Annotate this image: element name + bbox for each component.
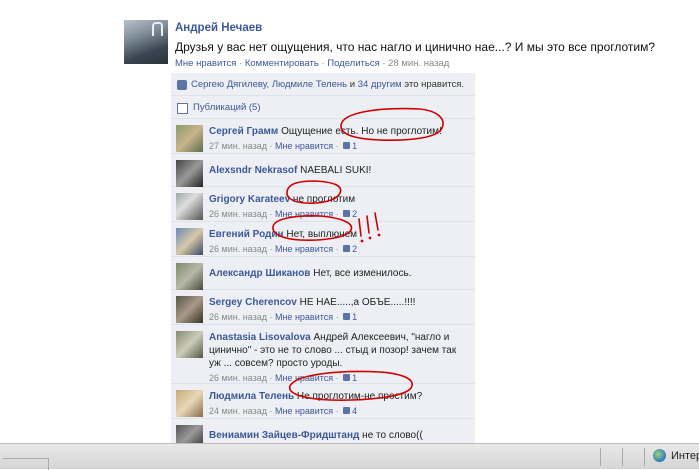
comment-author[interactable]: Людмила Телень: [209, 391, 294, 402]
post-time: · 28 мин. назад: [379, 58, 450, 69]
thumbs-up-icon: [343, 245, 351, 252]
avatar[interactable]: [176, 125, 203, 152]
comment-like-count[interactable]: 2: [352, 209, 357, 219]
avatar[interactable]: [176, 425, 203, 443]
comment-time: 26 мин. назад: [209, 312, 267, 322]
comment-time: 26 мин. назад: [209, 244, 267, 254]
status-divider: [644, 448, 645, 466]
likes-and: и: [347, 78, 358, 90]
comment-text: Не проглотим-не простим?: [294, 391, 423, 402]
comment-author[interactable]: Александр Шиканов: [209, 268, 310, 279]
avatar[interactable]: [176, 228, 203, 255]
comment-time: 27 мин. назад: [209, 141, 267, 151]
likes-suffix: это нравится.: [401, 78, 465, 90]
comment-like-link[interactable]: Мне нравится: [275, 312, 333, 322]
post-like-link[interactable]: Мне нравится: [175, 58, 236, 69]
comment-item: Александр Шиканов Нет, все изменилось.: [171, 257, 475, 290]
comment-item: Вениамин Зайцев-Фридштанд не то слово((: [171, 419, 475, 443]
comment-author[interactable]: Сергей Грамм: [209, 126, 278, 137]
comment-text: Нет, выплюнем: [283, 229, 358, 240]
comment-author[interactable]: Sergey Cherencov: [209, 297, 297, 308]
comment-item: Сергей Грамм Ощущение есть. Но не прогло…: [171, 119, 475, 154]
thumbs-up-icon: [343, 374, 351, 381]
comment-like-link[interactable]: Мне нравится: [275, 244, 333, 254]
comment-text: Нет, все изменилось.: [310, 268, 412, 279]
thumbs-up-icon: [343, 313, 351, 320]
thumbs-up-icon: [177, 80, 187, 90]
avatar[interactable]: [176, 296, 203, 323]
comment-like-link[interactable]: Мне нравится: [275, 373, 333, 383]
comment-item: Людмила Телень Не проглотим-не простим? …: [171, 384, 475, 419]
comment-author[interactable]: Евгений Родин: [209, 229, 284, 240]
separator: ·: [318, 58, 328, 69]
avatar[interactable]: [176, 331, 203, 358]
comment-like-link[interactable]: Мне нравится: [275, 406, 333, 416]
thumbs-up-icon: [343, 407, 351, 414]
comment-like-count[interactable]: 1: [352, 141, 357, 151]
comment-item: Grigory Karateev не проглотим 26 мин. на…: [171, 187, 475, 222]
ribbon-icon: [152, 22, 163, 36]
publications-link[interactable]: Публикаций (5): [193, 102, 261, 113]
comment-time: 26 мин. назад: [209, 209, 267, 219]
comment-item: Sergey Cherencov НЕ НАЕ.....,а ОБЪЕ.....…: [171, 290, 475, 325]
thumbs-up-icon: [343, 210, 351, 217]
post-share-link[interactable]: Поделиться: [327, 58, 379, 69]
comment-text: NAEBALI SUKI!: [297, 165, 372, 176]
comment-like-count[interactable]: 1: [352, 312, 357, 322]
avatar[interactable]: [176, 390, 203, 417]
comment-author[interactable]: Alexsndr Nekrasof: [209, 165, 297, 176]
publications-row[interactable]: Публикаций (5): [171, 96, 475, 119]
post-comment-link[interactable]: Комментировать: [245, 58, 319, 69]
separator: ·: [236, 58, 245, 69]
comment-author[interactable]: Grigory Karateev: [209, 194, 290, 205]
globe-icon[interactable]: [653, 449, 666, 462]
avatar[interactable]: [176, 263, 203, 290]
comment-like-link[interactable]: Мне нравится: [275, 141, 333, 151]
likers-link[interactable]: Сергею Дягилеву, Людмиле Телень: [191, 79, 347, 90]
comment-text: не проглотим: [290, 194, 356, 205]
post-author-name[interactable]: Андрей Нечаев: [175, 22, 262, 34]
avatar[interactable]: [176, 160, 203, 187]
comment-item: Евгений Родин Нет, выплюнем 26 мин. наза…: [171, 222, 475, 257]
post-text: Друзья у вас нет ощущения, что нас нагло…: [175, 40, 656, 54]
comment-like-count[interactable]: 4: [352, 406, 357, 416]
comment-text: не то слово((: [359, 430, 423, 441]
comment-item: Alexsndr Nekrasof NAEBALI SUKI!: [171, 154, 475, 187]
feedback-panel: Сергею Дягилеву, Людмиле Телень и 34 дру…: [171, 73, 475, 443]
comment-text: НЕ НАЕ.....,а ОБЪЕ.....!!!!: [296, 297, 416, 308]
comment-author[interactable]: Вениамин Зайцев-Фридштанд: [209, 430, 359, 441]
comment-like-count[interactable]: 1: [352, 373, 357, 383]
comment-author[interactable]: Anastasia Lisovalova: [209, 332, 311, 343]
comment-text: Ощущение есть. Но не проглотим!: [278, 126, 442, 137]
comment-like-count[interactable]: 2: [352, 244, 357, 254]
comment-item: Anastasia Lisovalova Андрей Алексеевич, …: [171, 325, 475, 384]
thumbs-up-icon: [343, 142, 351, 149]
publications-icon: [177, 102, 188, 114]
comment-time: 26 мин. назад: [209, 373, 267, 383]
likers-others-link[interactable]: 34 другим: [358, 79, 402, 90]
security-zone-label[interactable]: Интер: [671, 450, 699, 462]
status-divider: [622, 448, 623, 466]
browser-status-bar: Интер: [0, 443, 699, 470]
likes-summary: Сергею Дягилеву, Людмиле Телень и 34 дру…: [171, 73, 475, 96]
comment-like-link[interactable]: Мне нравится: [275, 209, 333, 219]
comment-time: 24 мин. назад: [209, 406, 267, 416]
post-author-avatar[interactable]: [124, 20, 168, 64]
status-divider: [600, 448, 601, 466]
post-actions: Мне нравится · Комментировать · Поделить…: [175, 58, 449, 69]
avatar[interactable]: [176, 193, 203, 220]
status-progress-area: [3, 458, 49, 470]
